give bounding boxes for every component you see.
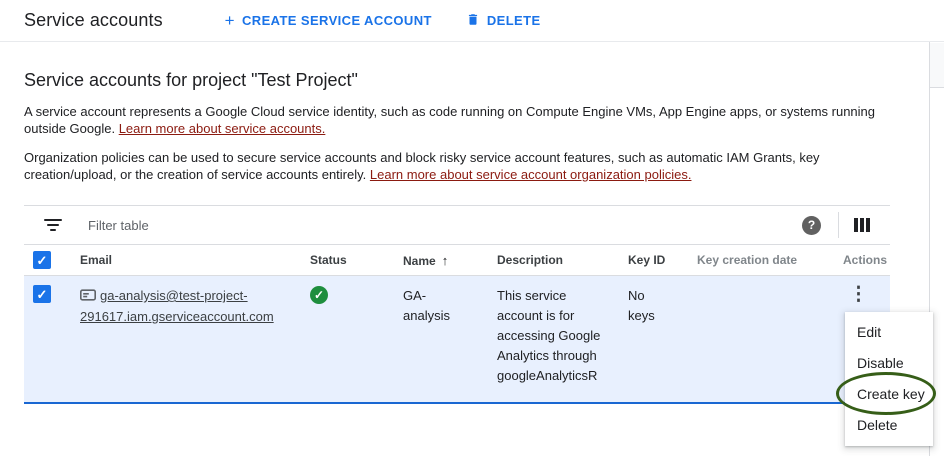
service-account-badge-icon	[80, 287, 96, 307]
service-accounts-table: ? ✓ Email Status Name↑ Description Key I…	[24, 205, 890, 404]
key-id-cell: No keys	[628, 276, 697, 326]
delete-label: DELETE	[487, 13, 541, 28]
trash-icon	[466, 12, 480, 30]
sort-ascending-icon: ↑	[442, 253, 449, 268]
intro-paragraph: A service account represents a Google Cl…	[24, 103, 912, 137]
create-service-account-label: CREATE SERVICE ACCOUNT	[242, 13, 432, 28]
filter-table-input[interactable]	[86, 217, 802, 234]
column-header-description[interactable]: Description	[497, 253, 628, 267]
column-header-status[interactable]: Status	[310, 253, 403, 267]
learn-more-org-policies-link[interactable]: Learn more about service account organiz…	[370, 167, 692, 182]
org-policies-paragraph: Organization policies can be used to sec…	[24, 149, 912, 183]
table-row[interactable]: ✓ ga-analysis@test-project-291617.iam.gs…	[24, 276, 890, 404]
create-service-account-button[interactable]: + CREATE SERVICE ACCOUNT	[225, 12, 432, 29]
menu-item-delete[interactable]: Delete	[845, 410, 933, 441]
service-account-email-link[interactable]: ga-analysis@test-project-291617.iam.gser…	[80, 288, 274, 324]
column-header-key-creation-date[interactable]: Key creation date	[697, 253, 843, 267]
table-filter-bar: ?	[24, 205, 890, 245]
row-actions-more-icon[interactable]: ⋮	[843, 284, 868, 305]
menu-item-disable[interactable]: Disable	[845, 348, 933, 379]
menu-item-edit[interactable]: Edit	[845, 317, 933, 348]
column-header-key-id[interactable]: Key ID	[628, 253, 697, 267]
key-creation-date-cell	[697, 276, 843, 286]
select-all-checkbox[interactable]: ✓	[33, 251, 51, 269]
filter-icon	[44, 219, 62, 231]
column-header-name[interactable]: Name↑	[403, 253, 497, 268]
filter-bar-divider	[838, 212, 839, 238]
column-header-email[interactable]: Email	[80, 253, 310, 267]
status-active-icon: ✓	[310, 286, 328, 304]
service-account-name: GA-analysis	[403, 276, 497, 326]
top-action-bar: Service accounts + CREATE SERVICE ACCOUN…	[0, 0, 944, 42]
page-title: Service accounts	[24, 10, 163, 31]
main-content: Service accounts for project "Test Proje…	[0, 70, 944, 404]
row-checkbox[interactable]: ✓	[33, 285, 51, 303]
right-panel-strip	[930, 43, 944, 88]
column-header-actions: Actions	[843, 253, 890, 267]
service-account-description: This service account is for accessing Go…	[497, 276, 628, 386]
help-icon[interactable]: ?	[802, 216, 821, 235]
section-heading: Service accounts for project "Test Proje…	[24, 70, 920, 91]
column-display-options-icon[interactable]	[854, 218, 870, 232]
delete-button[interactable]: DELETE	[466, 12, 541, 30]
row-actions-context-menu: Edit Disable Create key Delete	[845, 312, 933, 446]
table-header-row: ✓ Email Status Name↑ Description Key ID …	[24, 245, 890, 276]
menu-item-create-key[interactable]: Create key	[845, 379, 933, 410]
plus-icon: +	[225, 12, 235, 29]
learn-more-service-accounts-link[interactable]: Learn more about service accounts.	[119, 121, 326, 136]
